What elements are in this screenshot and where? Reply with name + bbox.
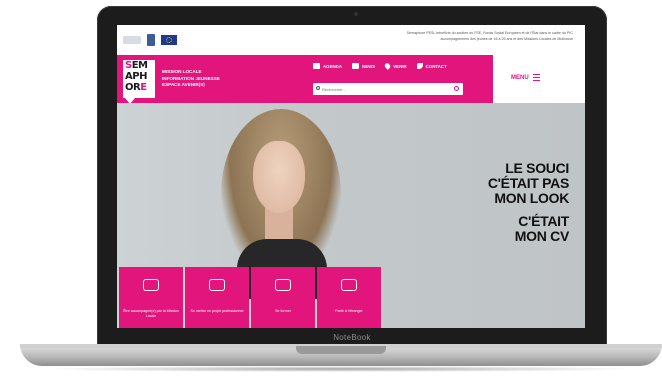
service-label: Être accompagné(e) par la Mission Locale: [123, 309, 179, 318]
nav-news[interactable]: News: [352, 63, 375, 69]
menu-area: MENU: [493, 55, 585, 103]
location-pin-icon: [383, 62, 392, 70]
funding-notice-line: Semaphore PESL bénéficie du soutien du F…: [406, 31, 573, 35]
laptop-screen: Semaphore PESL bénéficie du soutien du F…: [117, 25, 585, 328]
headline-line: LE SOUCI: [505, 160, 569, 176]
webcam: [354, 12, 358, 16]
search-bar: [313, 83, 463, 95]
logo-row: ORE: [123, 82, 155, 93]
service-label: Se mettre en projet professionnel: [190, 309, 244, 313]
search-submit-icon[interactable]: [454, 86, 459, 91]
quick-nav: Agenda News Venir Contact: [313, 62, 447, 70]
headline-line: MON LOOK: [494, 190, 569, 206]
hero-headline: LE SOUCI C'ÉTAIT PAS MON LOOK C'ÉTAIT MO…: [488, 161, 569, 244]
nav-agenda[interactable]: Agenda: [313, 63, 342, 69]
logo-row: APH: [123, 71, 155, 82]
headline-line: MON CV: [514, 228, 570, 244]
laptop-hinge-notch: [296, 346, 386, 354]
service-tile-project[interactable]: Se mettre en projet professionnel: [185, 267, 249, 328]
search-icon: [316, 86, 320, 90]
logo-letter: E: [140, 82, 147, 93]
hero-banner: LE SOUCI C'ÉTAIT PAS MON LOOK C'ÉTAIT MO…: [117, 103, 585, 328]
service-tile-training[interactable]: Se former: [251, 267, 315, 328]
laptop-shadow: [40, 366, 640, 372]
logo-letter: EM: [131, 60, 148, 71]
tagline-line: Mission Locale: [162, 69, 202, 74]
news-icon: [352, 63, 360, 69]
partner-logos: [123, 34, 177, 46]
service-label: Partir à l'étranger: [335, 309, 363, 313]
partner-logo[interactable]: [147, 34, 155, 46]
plane-icon: [341, 279, 357, 291]
semaphore-logo[interactable]: SEM APH ORE: [123, 60, 155, 98]
hand-heart-icon: [143, 279, 159, 291]
site-header: SEM APH ORE Mission Locale Information J…: [117, 55, 585, 104]
logo-row: SEM: [123, 60, 155, 71]
tagline-line: Espace Avenir(s): [162, 82, 205, 88]
nav-contact[interactable]: Contact: [416, 63, 447, 69]
search-input[interactable]: [322, 85, 442, 93]
brand-tagline: Mission Locale Information Jeunesse Espa…: [162, 69, 220, 89]
nav-label: Agenda: [323, 63, 343, 69]
service-label: Se former: [275, 309, 291, 313]
logo-letter: OR: [125, 82, 141, 93]
headline-line: C'ÉTAIT PAS: [487, 175, 569, 191]
photo-face: [253, 141, 305, 213]
partner-logo[interactable]: [123, 36, 141, 44]
hamburger-icon: [532, 74, 540, 81]
phone-icon: [416, 63, 423, 69]
headline-line: C'ÉTAIT: [518, 213, 569, 229]
services-grid: Être accompagné(e) par la Mission Locale…: [119, 267, 381, 328]
nav-venir[interactable]: Venir: [383, 62, 407, 70]
service-tile-accompaniment[interactable]: Être accompagné(e) par la Mission Locale: [119, 267, 183, 328]
funding-notice: Semaphore PESL bénéficie du soutien du F…: [323, 31, 573, 42]
calendar-icon: [313, 63, 320, 69]
logo-letter: PH: [132, 71, 147, 82]
service-tile-abroad[interactable]: Partir à l'étranger: [317, 267, 381, 328]
funding-notice-line: accompagnement des jeunes de 16 à 25 ans…: [440, 36, 573, 41]
notebook-brand-label: NoteBook: [333, 333, 371, 342]
nav-label: Contact: [425, 63, 447, 69]
menu-label: MENU: [511, 74, 529, 81]
nav-label: News: [362, 63, 376, 69]
menu-button[interactable]: MENU: [511, 74, 540, 81]
site-topbar: Semaphore PESL bénéficie du soutien du F…: [117, 25, 585, 55]
logo-letter: S: [125, 60, 132, 71]
eu-flag-icon: [161, 35, 177, 45]
nav-label: Venir: [393, 63, 407, 69]
graduation-cap-icon: [275, 279, 291, 291]
tagline-line: Information Jeunesse: [162, 75, 220, 81]
briefcase-icon: [209, 279, 225, 291]
